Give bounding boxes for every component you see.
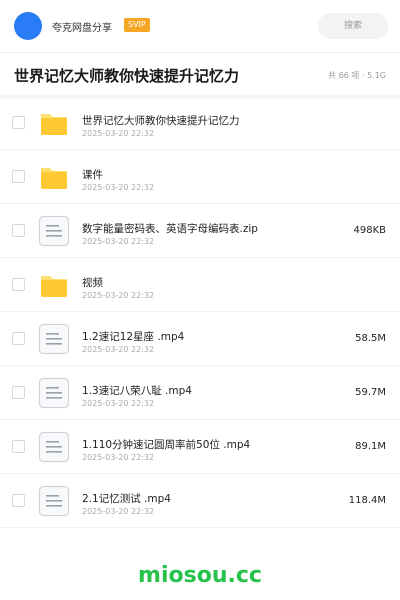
file-name: 视频 — [82, 277, 103, 289]
row-checkbox[interactable] — [12, 332, 25, 345]
file-date: 2025-03-20 22:32 — [82, 129, 155, 138]
folder-header: 世界记忆大师教你快速提升记忆力 共 66 项 · 5.1G — [0, 53, 400, 95]
file-row[interactable]: 世界记忆大师教你快速提升记忆力 2025-03-20 22:32 — [0, 96, 400, 150]
file-name: 1.2速记12星座 .mp4 — [82, 331, 185, 343]
search-button[interactable]: 搜索 — [318, 13, 388, 39]
file-row[interactable]: 1.2速记12星座 .mp4 2025-03-20 22:32 58.5M — [0, 312, 400, 366]
file-size: 59.7M — [355, 387, 386, 398]
file-name: 1.3速记八荣八耻 .mp4 — [82, 385, 192, 397]
file-row[interactable]: 1.110分钟速记圆周率前50位 .mp4 2025-03-20 22:32 89.… — [0, 420, 400, 474]
document-icon — [38, 323, 70, 355]
file-date: 2025-03-20 22:32 — [82, 453, 155, 462]
document-icon — [38, 431, 70, 463]
file-name: 2.1记忆测试 .mp4 — [82, 493, 171, 505]
row-checkbox[interactable] — [12, 224, 25, 237]
file-name: 数字能量密码表、英语字母编码表.zip — [82, 223, 258, 235]
folder-icon — [38, 107, 70, 139]
top-bar: 夸克网盘分享 SVIP 搜索 — [0, 0, 400, 52]
file-size: 58.5M — [355, 333, 386, 344]
file-row[interactable]: 2.1记忆测试 .mp4 2025-03-20 22:32 118.4M — [0, 474, 400, 528]
svip-badge: SVIP — [124, 18, 150, 32]
file-name: 1.110分钟速记圆周率前50位 .mp4 — [82, 439, 251, 451]
page-title: 世界记忆大师教你快速提升记忆力 — [14, 67, 240, 85]
file-size: 498KB — [353, 225, 386, 236]
row-checkbox[interactable] — [12, 278, 25, 291]
file-row[interactable]: 数字能量密码表、英语字母编码表.zip 2025-03-20 22:32 498KB — [0, 204, 400, 258]
row-checkbox[interactable] — [12, 386, 25, 399]
watermark: miosou.cc — [138, 563, 262, 588]
row-checkbox[interactable] — [12, 116, 25, 129]
file-date: 2025-03-20 22:32 — [82, 291, 155, 300]
folder-icon — [38, 161, 70, 193]
file-name: 世界记忆大师教你快速提升记忆力 — [82, 115, 240, 127]
file-date: 2025-03-20 22:32 — [82, 345, 155, 354]
file-row[interactable]: 课件 2025-03-20 22:32 — [0, 150, 400, 204]
avatar[interactable] — [14, 12, 42, 40]
row-checkbox[interactable] — [12, 494, 25, 507]
file-list: 世界记忆大师教你快速提升记忆力 2025-03-20 22:32 课件 2025-03… — [0, 96, 400, 528]
file-date: 2025-03-20 22:32 — [82, 507, 155, 516]
file-date: 2025-03-20 22:32 — [82, 183, 155, 192]
file-name: 课件 — [82, 169, 103, 181]
row-checkbox[interactable] — [12, 440, 25, 453]
document-icon — [38, 485, 70, 517]
row-checkbox[interactable] — [12, 170, 25, 183]
file-size: 89.1M — [355, 441, 386, 452]
username[interactable]: 夸克网盘分享 — [52, 19, 112, 34]
file-date: 2025-03-20 22:32 — [82, 237, 155, 246]
file-size: 118.4M — [348, 495, 386, 506]
file-row[interactable]: 视频 2025-03-20 22:32 — [0, 258, 400, 312]
document-icon — [38, 377, 70, 409]
folder-summary: 共 66 项 · 5.1G — [328, 71, 386, 80]
file-row[interactable]: 1.3速记八荣八耻 .mp4 2025-03-20 22:32 59.7M — [0, 366, 400, 420]
file-date: 2025-03-20 22:32 — [82, 399, 155, 408]
document-icon — [38, 215, 70, 247]
folder-icon — [38, 269, 70, 301]
